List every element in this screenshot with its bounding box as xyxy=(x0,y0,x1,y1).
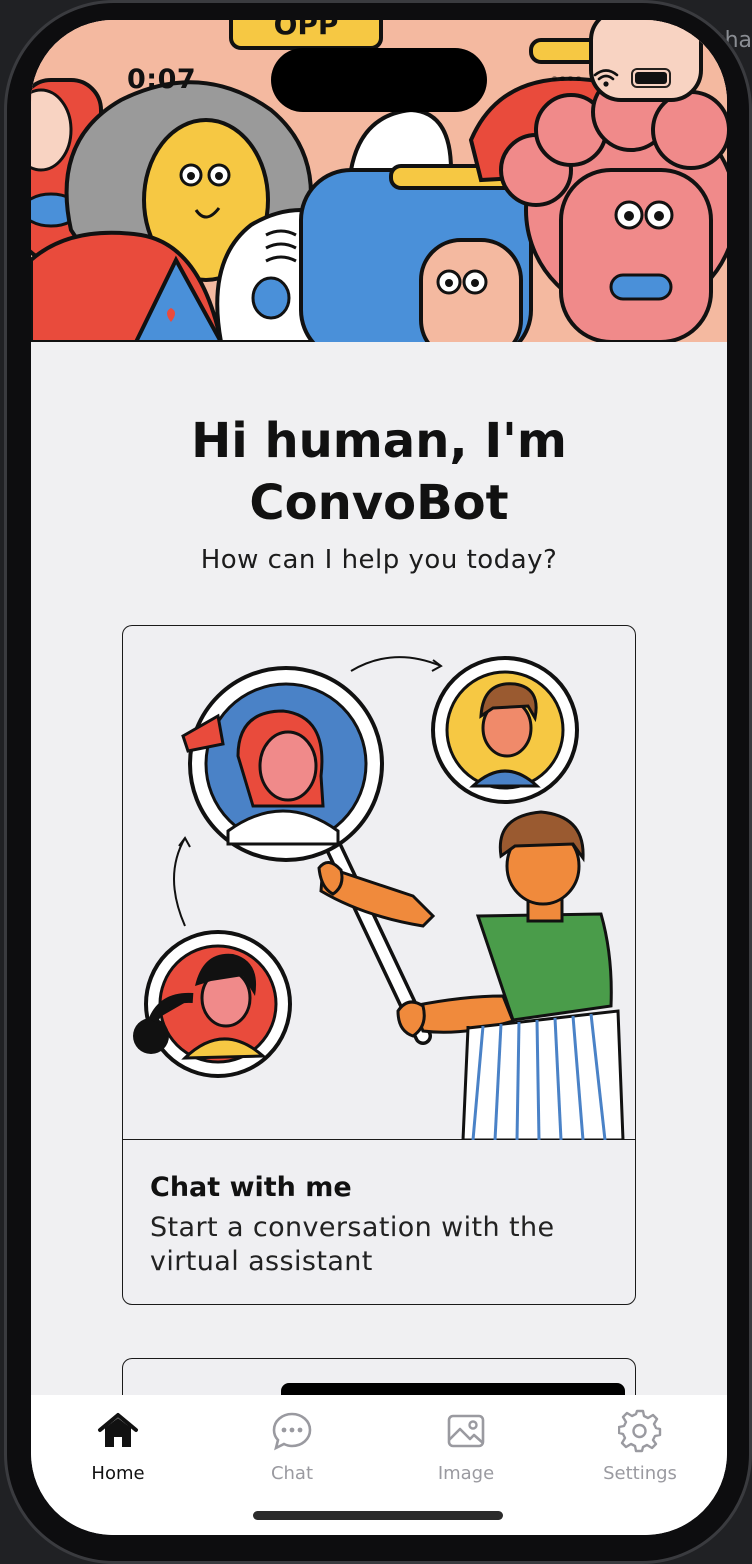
tab-image[interactable]: Image xyxy=(396,1409,536,1484)
tab-chat-label: Chat xyxy=(270,1463,314,1484)
gear-icon xyxy=(618,1409,662,1453)
chat-with-me-card[interactable]: Chat with me Start a conversation with t… xyxy=(122,625,636,1305)
tab-image-label: Image xyxy=(437,1463,495,1484)
card-title: Chat with me xyxy=(150,1172,352,1203)
wifi-icon xyxy=(593,69,619,87)
headline-line-2: ConvoBot xyxy=(249,475,509,531)
card-illustration xyxy=(123,626,635,1142)
tab-home[interactable]: Home xyxy=(48,1409,188,1484)
tab-settings-label: Settings xyxy=(603,1463,677,1484)
cellular-signal-icon xyxy=(552,75,581,81)
headline-line-1: Hi human, I'm xyxy=(191,413,567,469)
image-icon xyxy=(447,1414,485,1448)
battery-icon xyxy=(631,68,671,88)
card-description: Start a conversation with the virtual as… xyxy=(150,1212,555,1277)
chat-bubble-icon xyxy=(272,1412,312,1451)
home-indicator[interactable] xyxy=(253,1511,503,1520)
status-bar-time: 0:07 xyxy=(127,64,197,95)
tab-settings[interactable]: Settings xyxy=(570,1409,710,1484)
app-screen: OPP 0:07 Hi human, I'm ConvoBot How can … xyxy=(31,20,727,1535)
sign-text: OPP xyxy=(274,20,339,41)
tab-home-label: Home xyxy=(91,1463,145,1484)
dynamic-island xyxy=(271,48,487,112)
page-subtitle: How can I help you today? xyxy=(200,545,558,575)
tab-chat[interactable]: Chat xyxy=(222,1409,362,1484)
home-icon xyxy=(98,1413,138,1447)
search-people-illustration xyxy=(133,656,625,1142)
page-title: Hi human, I'm ConvoBot xyxy=(31,410,727,534)
status-bar-icons xyxy=(552,68,671,88)
